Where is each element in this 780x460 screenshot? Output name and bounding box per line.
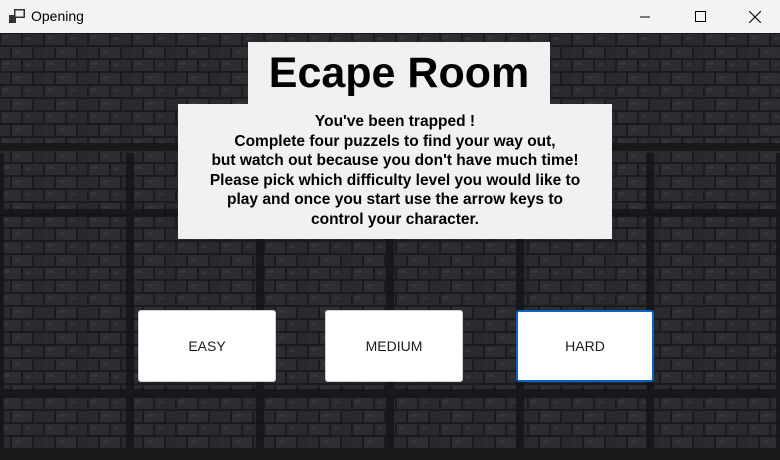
instruction-line: but watch out because you don't have muc… bbox=[211, 152, 579, 170]
game-client-area: Ecape Room You've been trapped ! Complet… bbox=[0, 33, 780, 460]
app-icon bbox=[9, 9, 25, 23]
hard-button[interactable]: HARD bbox=[516, 310, 654, 382]
title-bar[interactable]: Opening bbox=[0, 0, 780, 33]
maximize-icon bbox=[694, 11, 706, 22]
instruction-line: You've been trapped ! bbox=[314, 113, 476, 130]
instruction-line: control your character. bbox=[311, 210, 479, 228]
minimize-button[interactable] bbox=[622, 0, 668, 33]
instruction-line: Complete four puzzels to find your way o… bbox=[234, 132, 556, 150]
instructions-panel: You've been trapped ! Complete four puzz… bbox=[178, 104, 612, 239]
minimize-icon bbox=[640, 16, 650, 17]
easy-button[interactable]: EASY bbox=[138, 310, 276, 382]
maximize-button[interactable] bbox=[677, 0, 723, 33]
close-icon bbox=[749, 10, 761, 23]
game-title-panel: Ecape Room bbox=[248, 42, 550, 104]
window-title: Opening bbox=[31, 8, 84, 24]
instruction-line: Please pick which difficulty level you w… bbox=[209, 171, 581, 189]
instruction-line: play and once you start use the arrow ke… bbox=[227, 191, 563, 209]
medium-button[interactable]: MEDIUM bbox=[325, 310, 463, 382]
close-button[interactable] bbox=[732, 0, 778, 33]
game-title: Ecape Room bbox=[268, 48, 530, 97]
